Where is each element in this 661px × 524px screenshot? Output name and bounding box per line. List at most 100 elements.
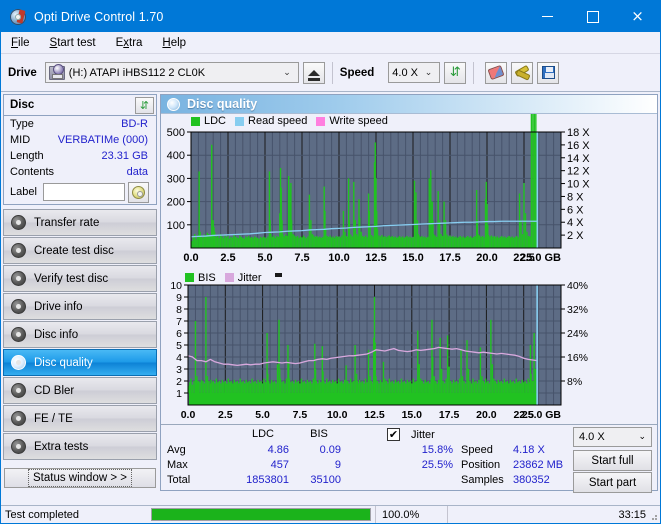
disc-quality-header: Disc quality <box>161 95 657 115</box>
sidebar-item-drive-info[interactable]: Drive info <box>3 293 157 320</box>
legend-swatch-icon <box>316 116 326 126</box>
drive-select[interactable]: (H:) ATAPI iHBS112 2 CL0K ⌄ <box>44 62 299 83</box>
svg-text:10.0: 10.0 <box>327 409 348 421</box>
legend-label: BIS <box>198 271 216 284</box>
maximize-button[interactable] <box>570 1 615 32</box>
eject-button[interactable] <box>302 61 325 84</box>
svg-text:12.5: 12.5 <box>365 252 386 264</box>
sidebar-item-transfer-rate[interactable]: Transfer rate <box>3 209 157 236</box>
stats-bis-avg: 0.09 <box>319 444 341 457</box>
save-button[interactable] <box>537 61 560 84</box>
chevron-down-icon: ⌄ <box>424 67 433 78</box>
legend-label: Read speed <box>248 115 308 128</box>
sidebar-item-disc-quality[interactable]: Disc quality <box>3 349 157 376</box>
svg-text:32%: 32% <box>567 304 588 316</box>
legend-item: LDC <box>191 115 226 127</box>
disc-icon <box>11 243 26 258</box>
minimize-button[interactable] <box>525 1 570 32</box>
chevron-down-icon: ⌄ <box>638 432 646 443</box>
start-full-button[interactable]: Start full <box>573 450 652 472</box>
svg-text:25.0 GB: 25.0 GB <box>522 409 562 421</box>
ldc-chart: LDC Read speed Write speed 100 200 300 400 500… <box>161 114 657 271</box>
close-button[interactable]: × <box>615 1 660 32</box>
stats-position-value: 23862 MB <box>513 459 564 472</box>
disc-icon <box>11 411 26 426</box>
svg-text:17.5: 17.5 <box>439 409 460 421</box>
app-window: Opti Drive Control 1.70 × File Start tes… <box>0 0 661 524</box>
sidebar-item-verify-test-disc[interactable]: Verify test disc <box>3 265 157 292</box>
stats-panel: LDC BIS Avg Max Total 4.86 457 1853801 0… <box>161 424 657 494</box>
disc-refresh-button[interactable]: ⇵ <box>135 96 154 114</box>
sidebar-item-label: Transfer rate <box>34 216 100 229</box>
menu-item-extra[interactable]: Extra <box>115 35 153 51</box>
disc-label-row: Label <box>4 180 156 204</box>
sidebar-item-label: Drive info <box>34 300 83 313</box>
stats-col-bis: BIS <box>310 428 328 441</box>
legend-item: Jitter <box>224 272 262 284</box>
speed-select[interactable]: 4.0 X ⌄ <box>388 62 441 83</box>
disc-row-mid: MID VERBATIMe (000) <box>4 132 156 148</box>
body: Disc ⇵ Type BD-R MID VERBATIMe (000) Len… <box>1 92 660 494</box>
disc-row-value: data <box>126 166 148 178</box>
svg-text:7: 7 <box>176 316 182 328</box>
erase-button[interactable] <box>485 61 508 84</box>
toolbar-divider <box>331 61 333 84</box>
tools-button[interactable] <box>511 61 534 84</box>
stats-speed-label: Speed <box>461 444 493 457</box>
stats-samples-label: Samples <box>461 474 504 487</box>
drive-label: Drive <box>8 66 37 79</box>
stats-bis-max: 9 <box>334 459 341 472</box>
menu-item-help[interactable]: Help <box>161 35 196 51</box>
legend-swatch-icon <box>224 273 234 283</box>
stats-col-ldc: LDC <box>251 428 274 441</box>
refresh-button[interactable]: ⇵ <box>444 61 467 84</box>
app-icon <box>10 8 26 25</box>
stats-speed-value: 4.18 X <box>513 444 545 457</box>
disc-row-length: Length 23.31 GB <box>4 148 156 164</box>
stats-row-avg: Avg <box>167 444 186 457</box>
svg-text:5: 5 <box>176 340 182 352</box>
legend-swatch-icon <box>191 116 200 126</box>
sidebar-item-label: CD Bler <box>34 384 75 397</box>
disc-label-input[interactable] <box>42 183 125 201</box>
menu-item-file[interactable]: File <box>10 35 40 51</box>
sidebar-item-create-test-disc[interactable]: Create test disc <box>3 237 157 264</box>
legend-label: Write speed <box>329 115 388 128</box>
sidebar-item-label: Disc quality <box>34 356 93 369</box>
disc-row-key: MID <box>10 134 31 146</box>
jitter-checkbox[interactable]: ✔ <box>387 428 400 442</box>
progress-percent: 100.0% <box>375 505 447 523</box>
nav-list: Transfer rate Create test disc Verify te… <box>3 209 157 460</box>
sidebar-item-extra-tests[interactable]: Extra tests <box>3 433 157 460</box>
start-part-button[interactable]: Start part <box>573 472 652 494</box>
stats-ldc-avg: 4.86 <box>267 444 289 457</box>
svg-text:8%: 8% <box>567 376 582 388</box>
svg-text:2 X: 2 X <box>567 230 584 242</box>
speed-label: Speed <box>339 66 375 79</box>
bis-jitter-chart-canvas: 12345678910 8% 16% 24% 32% 40% 0.0 2.5 5.0 7.5 10.… <box>170 280 588 421</box>
tools-icon <box>515 67 529 79</box>
svg-text:15.0: 15.0 <box>402 409 423 421</box>
svg-text:200: 200 <box>167 197 185 209</box>
svg-text:7.5: 7.5 <box>294 252 309 264</box>
menu-item-start-test[interactable]: Start test <box>49 35 106 51</box>
svg-text:0.0: 0.0 <box>183 252 198 264</box>
eject-icon <box>307 69 320 81</box>
legend-item: Read speed <box>235 115 307 127</box>
svg-text:10 X: 10 X <box>567 179 590 191</box>
test-speed-select[interactable]: 4.0 X ⌄ <box>573 427 652 448</box>
sidebar-item-disc-info[interactable]: Disc info <box>3 321 157 348</box>
disc-row-type: Type BD-R <box>4 116 156 132</box>
sidebar-item-cd-bler[interactable]: CD Bler <box>3 377 157 404</box>
progress-fill <box>152 509 370 520</box>
sidebar-item-fe-te[interactable]: FE / TE <box>3 405 157 432</box>
status-window-button[interactable]: Status window > > <box>4 468 156 488</box>
toolbar-divider-2 <box>473 61 475 84</box>
svg-text:3: 3 <box>176 364 182 376</box>
bis-jitter-chart-legend: BIS Jitter <box>185 272 282 284</box>
disc-label-button[interactable] <box>127 181 149 203</box>
check-icon: ✔ <box>388 428 399 442</box>
svg-text:5.0: 5.0 <box>257 252 272 264</box>
svg-text:6 X: 6 X <box>567 205 584 217</box>
resize-grip[interactable] <box>648 511 658 521</box>
